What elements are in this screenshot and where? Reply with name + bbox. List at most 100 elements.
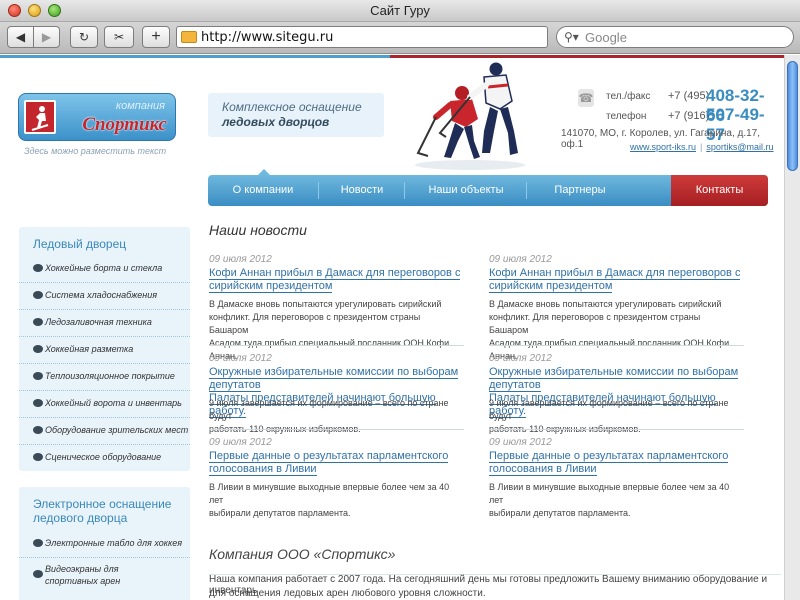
news-date: 09 июля 2012	[489, 254, 552, 265]
sidebar-electronics: Электронное оснащение ледового дворца Эл…	[19, 487, 190, 600]
hockey-player-icon	[24, 100, 56, 134]
bullet-icon	[33, 453, 43, 461]
sidebar-item-label: Хоккейная разметка	[45, 344, 134, 354]
search-icon: ⚲▾	[564, 30, 579, 44]
sidebar-item-label: Сценическое оборудование	[45, 452, 162, 462]
sidebar-item[interactable]: Хоккейный ворота и инвентарь	[19, 391, 190, 418]
snippet-button[interactable]: ✂	[104, 26, 134, 48]
company-heading: Компания ООО «Спортикс»	[209, 546, 396, 562]
nav-news[interactable]: Новости	[320, 175, 404, 206]
news-title-link[interactable]: Кофи Аннан прибыл в Дамаск для переговор…	[489, 267, 741, 293]
news-title-link[interactable]: Первые данные о результатах парламентско…	[209, 450, 461, 476]
sidebar-item-label: Хоккейный ворота и инвентарь	[45, 398, 182, 408]
phone1-label: тел./факс	[606, 91, 651, 102]
news-item: 09 июля 2012 Окружные избирательные коми…	[209, 353, 461, 434]
news-separator	[489, 429, 744, 430]
top-stripe-blue	[0, 55, 390, 58]
scrollbar-thumb[interactable]	[787, 61, 798, 171]
back-arrow-icon: ◀	[15, 30, 26, 44]
reload-icon: ↻	[78, 30, 90, 44]
address-url[interactable]: http://www.sitegu.ru	[201, 30, 333, 45]
sidebar-ice-palace: Ледовый дворец Хоккейные борта и стекла …	[19, 227, 190, 471]
bullet-icon	[33, 264, 43, 272]
news-item: 09 июля 2012 Окружные избирательные коми…	[489, 353, 741, 434]
folder-icon	[181, 31, 197, 43]
sidebar-item[interactable]: Система хладоснабжения	[19, 283, 190, 310]
news-title-link[interactable]: Первые данные о результатах парламентско…	[489, 450, 741, 476]
window-title: Сайт Гуру	[370, 3, 430, 18]
sidebar-title: Ледовый дворец	[33, 237, 127, 251]
news-separator	[209, 429, 464, 430]
phone1-code: +7 (495)	[668, 90, 710, 102]
bullet-icon	[33, 570, 43, 578]
sidebar-item[interactable]: Ледозаливочная техника	[19, 310, 190, 337]
bullet-icon	[33, 539, 43, 547]
main-navigation: О компании Новости Наши объекты Партнеры…	[208, 169, 768, 206]
news-body: 9 июля завершается их формирование – все…	[209, 398, 449, 434]
logo-company-word: компания	[115, 100, 165, 112]
bullet-icon	[33, 291, 43, 299]
small-slogan: Здесь можно разместить текст	[24, 146, 167, 156]
sidebar-item[interactable]: Электронные табло для хоккея	[19, 531, 190, 558]
header-tagline: Комплексное оснащение ледовых дворцов	[208, 93, 384, 137]
site-logo[interactable]: компания Спортикс	[18, 93, 176, 141]
sidebar-item[interactable]: Теплоизоляционное покрытие	[19, 364, 190, 391]
news-heading: Наши новости	[209, 222, 307, 238]
sidebar-item-label: Теплоизоляционное покрытие	[45, 371, 175, 381]
sidebar-item-label: Ледозаливочная техника	[45, 317, 152, 327]
link-separator: |	[700, 142, 703, 152]
news-body: В Ливии в минувшие выходные впервые боле…	[489, 482, 730, 518]
sidebar-item-label: Оборудование зрительских мест	[45, 425, 189, 435]
bullet-icon	[33, 318, 43, 326]
news-date: 09 июля 2012	[209, 437, 272, 448]
news-separator	[209, 345, 464, 346]
forward-button[interactable]: ▶	[33, 26, 60, 48]
sidebar-item[interactable]: Хоккейные борта и стекла	[19, 256, 190, 283]
news-item: 09 июля 2012 Кофи Аннан прибыл в Дамаск …	[209, 254, 461, 361]
forward-arrow-icon: ▶	[41, 30, 52, 44]
logo-name: Спортикс	[82, 114, 167, 135]
news-separator	[489, 345, 744, 346]
news-title-link[interactable]: Кофи Аннан прибыл в Дамаск для переговор…	[209, 267, 461, 293]
tagline-line-1: Комплексное оснащение	[222, 100, 362, 114]
news-item: 09 июля 2012 Первые данные о результатах…	[489, 437, 741, 518]
search-field[interactable]: ⚲▾ Google	[556, 26, 794, 48]
email-link[interactable]: sportiks@mail.ru	[706, 142, 773, 152]
company-text-line-2: для оснащения ледовых арен любового уров…	[209, 588, 486, 599]
scissors-icon: ✂	[113, 30, 125, 44]
sidebar-item[interactable]: Видеоэкраны для спортивных арен	[19, 558, 190, 598]
sidebar-item[interactable]: Оборудование зрительских мест	[19, 418, 190, 445]
sidebar-item-label: спортивных арен	[45, 576, 121, 586]
hockey-players-image	[415, 62, 525, 170]
nav-objects[interactable]: Наши объекты	[406, 175, 526, 206]
vertical-scrollbar[interactable]	[784, 55, 800, 600]
add-bookmark-button[interactable]: +	[142, 26, 170, 48]
web-page: компания Спортикс Здесь можно разместить…	[0, 55, 784, 600]
nav-about[interactable]: О компании	[208, 175, 318, 206]
news-date: 09 июля 2012	[209, 353, 272, 364]
back-button[interactable]: ◀	[7, 26, 34, 48]
bullet-icon	[33, 426, 43, 434]
address-bar[interactable]: http://www.sitegu.ru	[176, 26, 548, 48]
news-item: 09 июля 2012 Первые данные о результатах…	[209, 437, 461, 518]
reload-button[interactable]: ↻	[70, 26, 98, 48]
phone2-code: +7 (916)	[668, 110, 710, 122]
browser-toolbar: ◀ ▶ ↻ ✂ + http://www.sitegu.ru ⚲▾ Google	[0, 22, 800, 54]
sidebar-item[interactable]: Сценическое оборудование	[19, 445, 190, 472]
window-titlebar: Сайт Гуру	[0, 0, 800, 22]
nav-divider	[404, 182, 405, 199]
sidebar-item[interactable]: Хоккейная разметка	[19, 337, 190, 364]
news-item: 09 июля 2012 Кофи Аннан прибыл в Дамаск …	[489, 254, 741, 361]
nav-divider	[526, 182, 527, 199]
nav-contacts[interactable]: Контакты	[671, 175, 768, 206]
nav-divider	[318, 182, 319, 199]
news-date: 09 июля 2012	[489, 437, 552, 448]
phone-icon: ☎	[578, 89, 594, 107]
site-link[interactable]: www.sport-iks.ru	[630, 142, 696, 152]
sidebar-item-label: Электронные табло для хоккея	[45, 538, 183, 548]
bullet-icon	[33, 345, 43, 353]
nav-partners[interactable]: Партнеры	[528, 175, 632, 206]
sidebar-title-line-1: Электронное оснащение	[33, 497, 172, 511]
phone2-label: телефон	[606, 111, 647, 122]
search-placeholder: Google	[585, 30, 627, 45]
